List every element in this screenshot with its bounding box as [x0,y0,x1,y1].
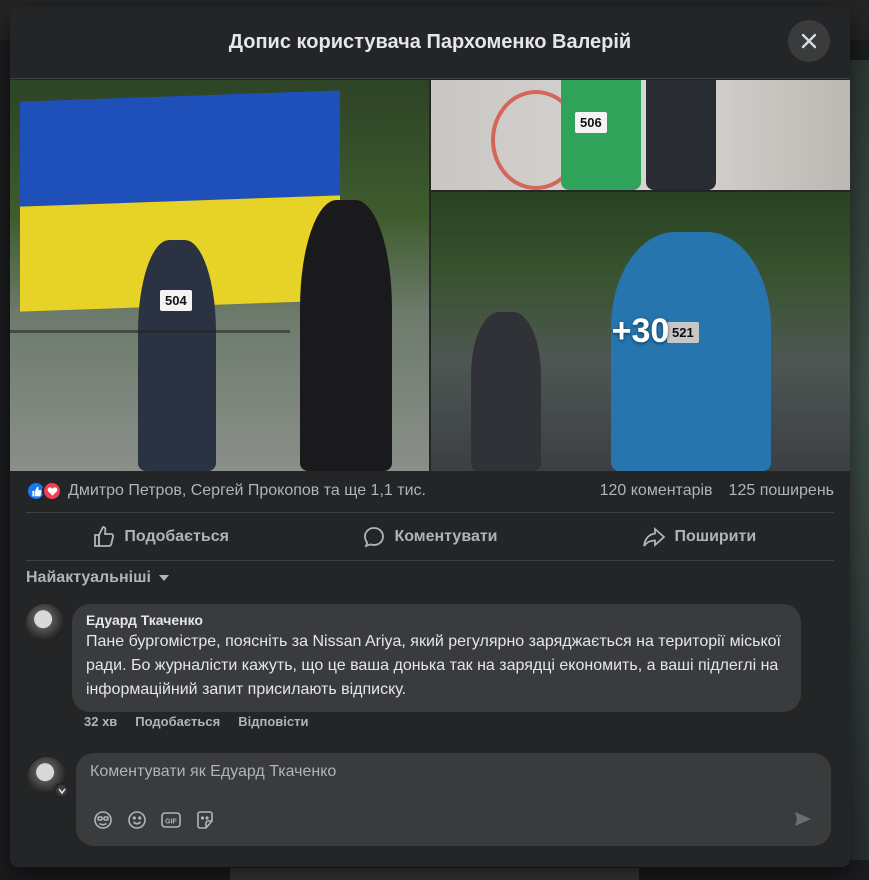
reactions-summary: Дмитро Петров, Сергей Прокопов та ще 1,1… [26,471,834,511]
sort-label: Найактуальніші [26,569,151,586]
race-bib: 506 [575,112,607,133]
race-bib: 504 [160,290,192,311]
composer-box: GIF [76,753,831,846]
comment-time[interactable]: 32 хв [84,714,117,729]
sticker-icon[interactable] [92,809,114,831]
photo-bikes-top[interactable]: 506 [431,80,850,190]
close-button[interactable] [788,20,830,62]
comment-icon [364,526,385,547]
comment-reply-link[interactable]: Відповісти [238,714,308,729]
person-woman [300,200,392,471]
person-green-jacket [561,80,641,190]
reaction-icons[interactable] [26,481,62,501]
love-icon [42,481,62,501]
comment-button-label: Коментувати [394,527,498,545]
chevron-down-icon [158,575,169,581]
share-button[interactable]: Поширити [565,513,834,560]
photo-flag[interactable]: 504 [10,80,429,471]
close-icon [801,33,817,49]
share-icon [643,526,666,547]
bicycles [10,330,290,420]
svg-text:GIF: GIF [165,819,177,826]
comments-count[interactable]: 120 коментарів [600,482,713,500]
like-button[interactable]: Подобається [26,513,295,560]
comment-author[interactable]: Едуард Ткаченко [86,612,787,628]
modal-title: Допис користувача Пархоменко Валерій [228,31,632,53]
comment-text: Пане бургомістре, поясніть за Nissan Ari… [86,633,781,698]
comment-bubble: Едуард Ткаченко Пане бургомістре, поясні… [72,604,801,712]
comment-input[interactable] [90,763,690,781]
comment-button[interactable]: Коментувати [295,513,564,560]
like-button-label: Подобається [124,527,229,545]
send-icon[interactable] [793,809,813,834]
comment-meta: 32 хв Подобається Відповісти [84,714,308,729]
shares-count[interactable]: 125 поширень [729,482,834,500]
avatar-icon[interactable] [28,757,69,798]
emoji-icon[interactable] [126,809,148,831]
chevron-down-icon[interactable] [54,783,69,798]
comment-like-link[interactable]: Подобається [135,714,220,729]
comment-sort-dropdown[interactable]: Найактуальніші [26,569,171,587]
more-photos-overlay[interactable]: +30 [431,192,850,471]
post-modal: Допис користувача Пархоменко Валерій 504… [10,7,850,867]
person-dark [646,80,716,190]
photo-more[interactable]: 521 +30 [431,192,850,471]
more-photos-count: +30 [611,312,670,350]
gif-icon[interactable]: GIF [160,809,182,831]
thumbs-up-icon [94,525,115,547]
modal-header: Допис користувача Пархоменко Валерій [10,7,850,79]
reactors-text[interactable]: Дмитро Петров, Сергей Прокопов та ще 1,1… [68,482,584,500]
backdrop-photo [849,60,869,860]
sticker2-icon[interactable] [194,809,216,831]
composer-tools: GIF [92,809,216,831]
photo-grid: 504 506 521 +30 [10,80,850,471]
avatar[interactable] [26,604,64,642]
post-actions: Подобається Коментувати Поширити [26,512,834,561]
share-button-label: Поширити [674,527,757,545]
backdrop-bottom [230,868,639,880]
